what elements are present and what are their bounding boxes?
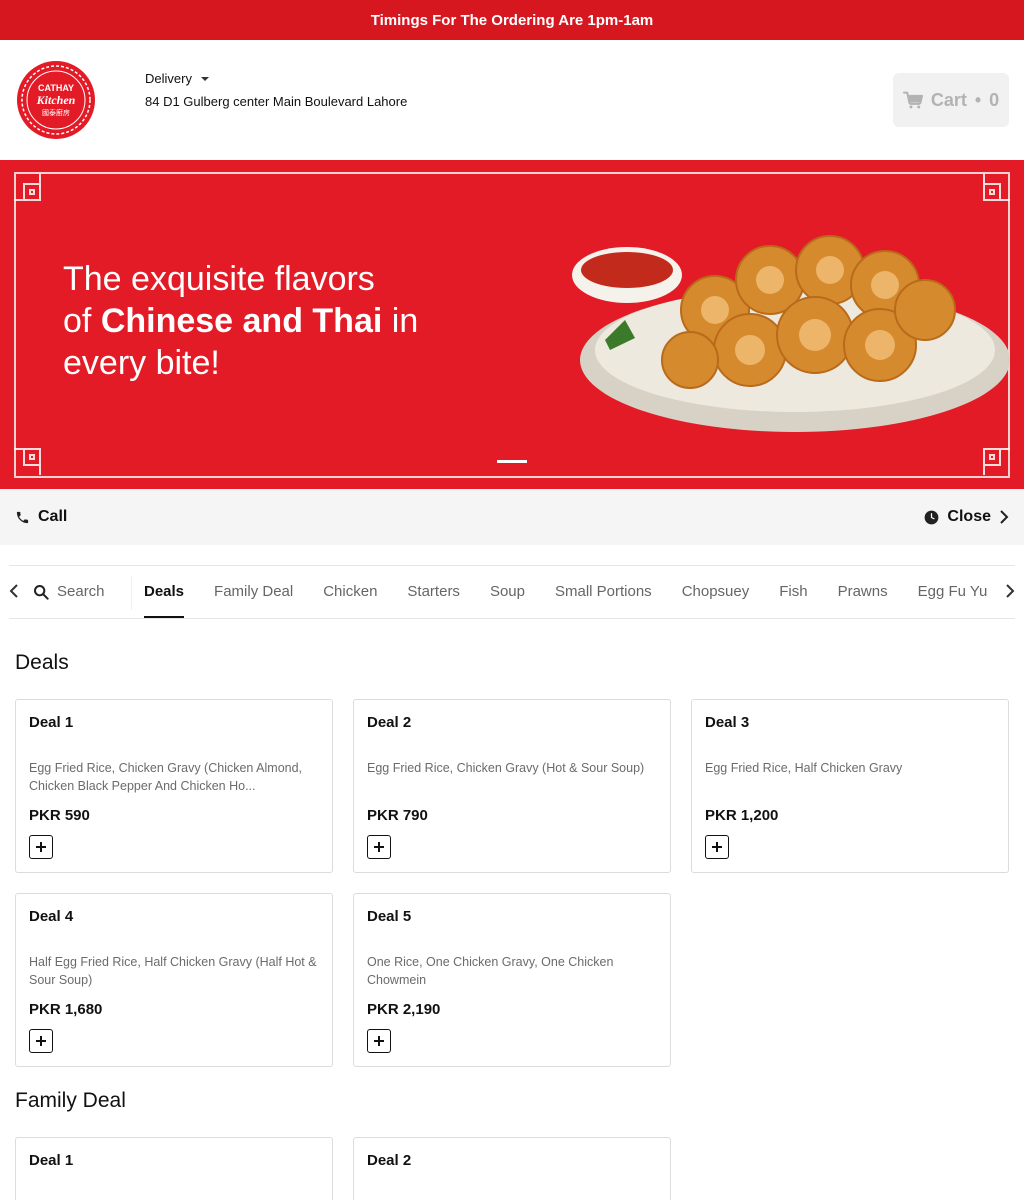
menu-item-card[interactable]: Deal 2: [353, 1137, 671, 1200]
logo-line2: Kitchen: [36, 93, 76, 107]
item-price: PKR 1,200: [705, 807, 779, 824]
plus-icon: [36, 842, 46, 852]
cart-label: Cart: [930, 89, 967, 110]
category-tab-fish[interactable]: Fish: [779, 566, 807, 618]
item-title: Deal 5: [367, 908, 412, 925]
item-title: Deal 4: [29, 908, 74, 925]
plus-icon: [36, 1036, 46, 1046]
item-price: PKR 1,680: [29, 1001, 103, 1018]
call-label: Call: [38, 508, 68, 525]
store-status-button[interactable]: Close: [924, 508, 1009, 526]
item-description: Egg Fried Rice, Half Chicken Gravy: [705, 761, 903, 775]
logo-line1: CATHAY: [38, 83, 74, 93]
item-description: One Rice, One Chicken Gravy, One Chicken…: [367, 955, 614, 987]
category-tab-soup[interactable]: Soup: [490, 566, 525, 618]
category-list: Deals Family Deal Chicken Starters Soup …: [144, 566, 987, 618]
info-bar: Call Close: [0, 489, 1024, 545]
category-tab-family-deal[interactable]: Family Deal: [214, 566, 293, 618]
fried-prawns-image: [572, 235, 1010, 432]
category-tab-deals[interactable]: Deals: [144, 566, 185, 618]
item-title: Deal 2: [367, 1152, 412, 1169]
delivery-label: Delivery: [145, 71, 192, 86]
carousel-indicator[interactable]: [497, 460, 527, 463]
plus-icon: [712, 842, 722, 852]
menu-item-card[interactable]: Deal 5 One Rice, One Chicken Gravy, One …: [353, 893, 671, 1067]
cart-count: 0: [989, 89, 1000, 110]
menu-item-card[interactable]: Deal 2 Egg Fried Rice, Chicken Gravy (Ho…: [353, 699, 671, 873]
search-label: Search: [57, 583, 105, 600]
promo-banner[interactable]: The exquisite flavors of Chinese and Tha…: [0, 160, 1024, 489]
category-tab-chicken[interactable]: Chicken: [323, 566, 377, 618]
item-price: PKR 790: [367, 807, 428, 824]
call-button[interactable]: Call: [15, 508, 67, 526]
section-title-deals: Deals: [15, 651, 69, 674]
cart-separator: •: [974, 89, 982, 110]
category-tab-chopsuey[interactable]: Chopsuey: [682, 566, 750, 618]
category-tab-starters[interactable]: Starters: [407, 566, 460, 618]
add-to-cart-button[interactable]: [367, 1029, 391, 1053]
delivery-selector[interactable]: Delivery: [145, 71, 210, 86]
item-description: Egg Fried Rice, Chicken Gravy (Chicken A…: [29, 761, 303, 793]
chevron-left-icon[interactable]: [9, 583, 19, 599]
add-to-cart-button[interactable]: [367, 835, 391, 859]
cart-icon: [902, 91, 923, 109]
clock-icon: [925, 510, 939, 524]
search-icon: [34, 584, 49, 600]
plus-icon: [374, 1036, 384, 1046]
item-title: Deal 2: [367, 714, 412, 731]
category-tab-prawns[interactable]: Prawns: [838, 566, 888, 618]
menu-search[interactable]: Search: [33, 583, 105, 600]
cart-button[interactable]: Cart • 0: [893, 73, 1009, 127]
store-status-label: Close: [947, 508, 991, 525]
banner-line3: every bite!: [63, 344, 220, 382]
caret-down-icon: [200, 76, 209, 81]
item-title: Deal 1: [29, 1152, 74, 1169]
nav-divider: [131, 576, 132, 610]
menu-item-card[interactable]: Deal 3 Egg Fried Rice, Half Chicken Grav…: [691, 699, 1009, 873]
plus-icon: [374, 842, 384, 852]
banner-headline: The exquisite flavors of Chinese and Tha…: [63, 258, 503, 384]
section-title-family-deal: Family Deal: [15, 1089, 126, 1112]
item-description: Half Egg Fried Rice, Half Chicken Gravy …: [29, 955, 317, 987]
item-title: Deal 1: [29, 714, 74, 731]
announcement-text: Timings For The Ordering Are 1pm-1am: [370, 11, 654, 29]
category-tab-small-portions[interactable]: Small Portions: [555, 566, 652, 618]
logo-line3: 國泰廚房: [42, 108, 70, 117]
banner-line2: of Chinese and Thai in: [63, 302, 419, 340]
menu-item-card[interactable]: Deal 1 Egg Fried Rice, Chicken Gravy (Ch…: [15, 699, 333, 873]
delivery-address[interactable]: 84 D1 Gulberg center Main Boulevard Laho…: [145, 94, 407, 109]
add-to-cart-button[interactable]: [705, 835, 729, 859]
announcement-bar: Timings For The Ordering Are 1pm-1am: [0, 0, 1024, 40]
item-title: Deal 3: [705, 714, 750, 731]
add-to-cart-button[interactable]: [29, 1029, 53, 1053]
item-description: Egg Fried Rice, Chicken Gravy (Hot & Sou…: [367, 761, 645, 775]
menu-item-card[interactable]: Deal 1: [15, 1137, 333, 1200]
chevron-right-icon[interactable]: [1005, 583, 1015, 599]
category-nav: Search Deals Family Deal Chicken Starter…: [9, 565, 1015, 619]
banner-line1: The exquisite flavors: [63, 260, 375, 298]
menu-item-card[interactable]: Deal 4 Half Egg Fried Rice, Half Chicken…: [15, 893, 333, 1067]
brand-logo[interactable]: CATHAY Kitchen 國泰廚房: [16, 60, 96, 140]
header: CATHAY Kitchen 國泰廚房 Delivery 84 D1 Gulbe…: [0, 40, 1024, 160]
phone-icon: [16, 511, 29, 523]
item-price: PKR 2,190: [367, 1001, 441, 1018]
chevron-right-icon: [1000, 510, 1009, 524]
category-tab-egg-fu-yung[interactable]: Egg Fu Yu: [918, 566, 988, 618]
item-price: PKR 590: [29, 807, 90, 824]
add-to-cart-button[interactable]: [29, 835, 53, 859]
